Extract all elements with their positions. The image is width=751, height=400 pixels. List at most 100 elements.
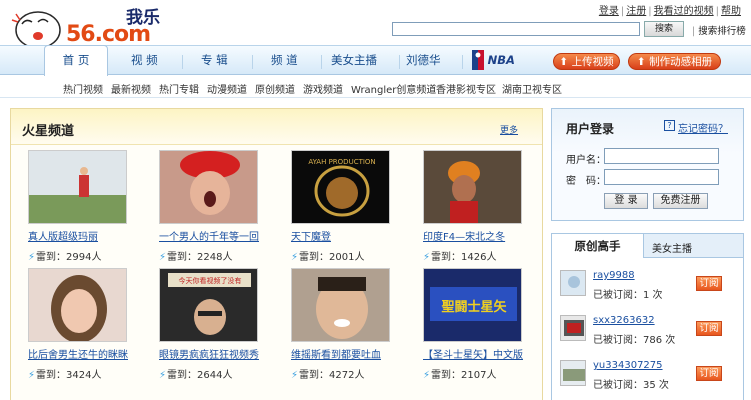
username-label: 用户名：: [566, 155, 606, 166]
lightning-icon: ⚡: [28, 252, 36, 263]
avatar[interactable]: [560, 270, 586, 296]
video-thumbnail[interactable]: [423, 150, 522, 224]
thumb-mgm-lion-image: AYAH PRODUCTION: [292, 151, 389, 223]
login-button[interactable]: 登 录: [604, 193, 648, 209]
video-title[interactable]: 真人版超级玛丽: [28, 228, 98, 243]
search-rank-link[interactable]: | 搜索排行榜: [692, 23, 746, 37]
avatar[interactable]: [560, 315, 586, 341]
thumb-singing-man-image: [160, 151, 257, 223]
video-title[interactable]: 维摇斯看到都要吐血: [291, 346, 381, 361]
video-count: ⚡雷到：4272人: [291, 366, 364, 381]
history-link[interactable]: 我看过的视频: [654, 6, 714, 17]
tab-channel[interactable]: 频 道: [271, 52, 298, 68]
thumb-mario-image: [29, 151, 126, 223]
more-link[interactable]: 更多: [500, 123, 518, 136]
subnav-games[interactable]: 游戏频道: [303, 81, 343, 96]
video-thumbnail[interactable]: [28, 268, 127, 342]
video-card: 一个男人的千年等一回 ⚡雷到：2248人: [159, 150, 274, 275]
lightning-icon: ⚡: [423, 370, 431, 381]
subnav-wrangler[interactable]: Wrangler创意频道: [351, 81, 436, 96]
password-input[interactable]: [604, 169, 719, 185]
nav-divider: [182, 55, 183, 69]
subnav-new-videos[interactable]: 最新视频: [111, 81, 151, 96]
forgot-password-link[interactable]: 忘记密码？: [678, 120, 728, 135]
video-thumbnail[interactable]: AYAH PRODUCTION: [291, 150, 390, 224]
tab-andy-lau[interactable]: 刘德华: [406, 52, 441, 68]
video-title[interactable]: 印度F4—宋北之冬: [423, 228, 505, 243]
search-rank-label: 搜索排行榜: [698, 26, 746, 37]
video-count: ⚡雷到：2644人: [159, 366, 232, 381]
tab-beauty-anchor[interactable]: 美女主播: [331, 52, 377, 68]
upload-video-button[interactable]: ⬆ 上传视频: [553, 53, 620, 70]
search-button[interactable]: 搜索: [644, 21, 684, 37]
login-link[interactable]: 登录: [599, 6, 619, 17]
tab-video[interactable]: 视 频: [131, 52, 158, 68]
thumb-mgm-caption: AYAH PRODUCTION: [308, 158, 375, 166]
expert-item: sxx3263632 已被订阅：786 次 订阅: [560, 315, 740, 355]
video-card: AYAH PRODUCTION 天下魔登 ⚡雷到：2001人: [291, 150, 406, 275]
video-thumbnail[interactable]: 今天你看视频了没有: [159, 268, 258, 342]
tab-beauty-anchors[interactable]: 美女主播: [652, 240, 692, 255]
experts-tabs: 原创高手 美女主播: [552, 234, 743, 258]
video-card: 真人版超级玛丽 ⚡雷到：2994人: [28, 150, 143, 275]
subscribe-button[interactable]: 订阅: [696, 276, 722, 291]
subnav-hongkong[interactable]: 香港影视专区: [436, 81, 496, 96]
make-album-label: 制作动感相册: [649, 56, 713, 68]
subscribe-button[interactable]: 订阅: [696, 321, 722, 336]
video-title[interactable]: 【圣斗士星矢】中文版: [423, 346, 523, 361]
subnav-anime[interactable]: 动漫频道: [207, 81, 247, 96]
thumb-glasses-caption: 今天你看视频了没有: [179, 276, 242, 285]
expert-name[interactable]: ray9988: [593, 270, 635, 281]
nav-divider: [399, 55, 400, 69]
video-thumbnail[interactable]: [159, 150, 258, 224]
tab-nba-label: NBA: [487, 53, 515, 67]
video-title[interactable]: 比后舍男生还牛的眯眯: [28, 346, 128, 361]
thumb-young-man-image: [292, 269, 389, 341]
video-thumbnail[interactable]: [28, 150, 127, 224]
logo-domain: 56.com: [66, 22, 151, 47]
subnav-original[interactable]: 原创频道: [255, 81, 295, 96]
video-thumbnail[interactable]: 聖闘士星矢: [423, 268, 522, 342]
thumb-girl-image: [29, 269, 126, 341]
help-link[interactable]: 帮助: [721, 6, 741, 17]
subnav-hunan[interactable]: 湖南卫视专区: [502, 81, 562, 96]
panel-header: 火星频道 更多: [11, 109, 542, 145]
video-card: 维摇斯看到都要吐血 ⚡雷到：4272人: [291, 268, 406, 393]
lightning-icon: ⚡: [291, 370, 299, 381]
video-title[interactable]: 一个男人的千年等一回: [159, 228, 259, 243]
video-count-text: 雷到：4272人: [299, 370, 365, 381]
site-logo[interactable]: 我乐 56.com: [8, 4, 178, 50]
video-thumbnail[interactable]: [291, 268, 390, 342]
expert-name[interactable]: yu334307275: [593, 360, 663, 371]
video-count: ⚡雷到：3424人: [28, 366, 101, 381]
search-input[interactable]: [392, 22, 640, 36]
make-album-button[interactable]: ⬆ 制作动感相册: [628, 53, 721, 70]
register-button[interactable]: 免费注册: [653, 193, 708, 209]
username-input[interactable]: [604, 148, 719, 164]
thumb-indian-f4-image: [424, 151, 521, 223]
video-title[interactable]: 眼镜男疯疯狂狂视频秀: [159, 346, 259, 361]
lightning-icon: ⚡: [159, 252, 167, 263]
subscribe-button[interactable]: 订阅: [696, 366, 722, 381]
tab-nba[interactable]: NBA: [472, 50, 515, 70]
video-title[interactable]: 天下魔登: [291, 228, 331, 243]
video-count: ⚡雷到：2001人: [291, 248, 364, 263]
video-count-text: 雷到：2248人: [167, 252, 233, 263]
upload-arrow-icon: ⬆: [559, 56, 569, 68]
tab-home[interactable]: 首 页: [44, 45, 108, 76]
lightning-icon: ⚡: [28, 370, 36, 381]
subnav-hot-videos[interactable]: 热门视频: [63, 81, 103, 96]
expert-name[interactable]: sxx3263632: [593, 315, 655, 326]
avatar[interactable]: [560, 360, 586, 386]
password-label: 密 码：: [566, 176, 606, 187]
top-links: 登录 | 注册 | 我看过的视频 | 帮助: [598, 6, 741, 17]
video-count: ⚡雷到：2994人: [28, 248, 101, 263]
video-count-text: 雷到：2644人: [167, 370, 233, 381]
sub-nav: 热门视频 最新视频 热门专辑 动漫频道 原创频道 游戏频道 Wrangler创意…: [0, 76, 751, 98]
nav-divider: [252, 55, 253, 69]
subnav-hot-albums[interactable]: 热门专辑: [159, 81, 199, 96]
tab-album[interactable]: 专 辑: [201, 52, 228, 68]
register-link[interactable]: 注册: [626, 6, 646, 17]
tab-original-experts[interactable]: 原创高手: [552, 234, 644, 258]
thumb-glasses-man-image: 今天你看视频了没有: [160, 269, 257, 341]
